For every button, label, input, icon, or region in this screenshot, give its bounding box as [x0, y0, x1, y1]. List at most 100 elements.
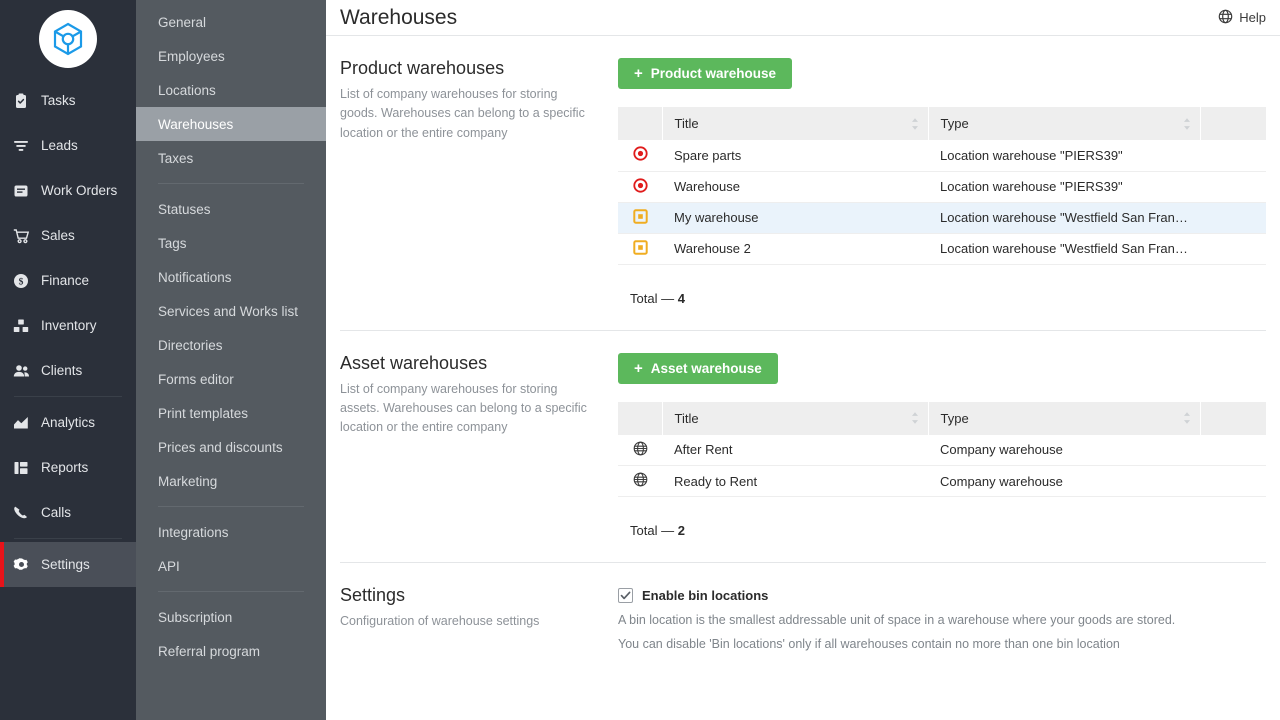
subnav-item-subscription[interactable]: Subscription — [136, 600, 326, 634]
settings-subnav: General Employees Locations Warehouses T… — [136, 0, 326, 720]
subnav-item-referral-program[interactable]: Referral program — [136, 634, 326, 668]
product-section-info: Product warehouses List of company wareh… — [340, 58, 618, 306]
sidebar-item-sales[interactable]: Sales — [0, 213, 136, 258]
globe-icon — [633, 441, 648, 459]
sidebar-item-calls[interactable]: Calls — [0, 490, 136, 535]
enable-bin-locations-row[interactable]: Enable bin locations — [618, 588, 1266, 603]
subnav-item-services-works-list[interactable]: Services and Works list — [136, 294, 326, 328]
table-row[interactable]: Warehouse Location warehouse "PIERS39" — [618, 171, 1266, 203]
sort-icon[interactable] — [911, 117, 919, 130]
sort-icon[interactable] — [1183, 412, 1191, 425]
sort-icon[interactable] — [911, 412, 919, 425]
column-actions — [1200, 107, 1266, 140]
row-icon-cell — [618, 140, 662, 172]
sidebar-item-label: Work Orders — [41, 183, 118, 198]
settings-section-body: Enable bin locations A bin location is t… — [618, 585, 1266, 656]
orange-square-icon — [632, 208, 648, 227]
subnav-item-notifications[interactable]: Notifications — [136, 260, 326, 294]
subnav-divider — [158, 591, 304, 592]
table-row[interactable]: Ready to Rent Company warehouse — [618, 465, 1266, 497]
sidebar-item-clients[interactable]: Clients — [0, 348, 136, 393]
add-asset-warehouse-label: Asset warehouse — [650, 360, 762, 376]
page-title: Warehouses — [340, 5, 458, 29]
asset-warehouses-section: Asset warehouses List of company warehou… — [340, 331, 1266, 538]
subnav-item-general[interactable]: General — [136, 5, 326, 39]
row-title: Warehouse 2 — [662, 233, 928, 265]
subnav-item-warehouses[interactable]: Warehouses — [136, 107, 326, 141]
row-type: Company warehouse — [928, 434, 1200, 466]
funnel-icon — [12, 137, 30, 155]
asset-warehouses-table: Title Type After Rent Company warehouse … — [618, 401, 1266, 497]
row-title: Ready to Rent — [662, 465, 928, 497]
logo-container[interactable] — [0, 0, 136, 78]
subnav-item-directories[interactable]: Directories — [136, 328, 326, 362]
subnav-item-statuses[interactable]: Statuses — [136, 192, 326, 226]
subnav-item-marketing[interactable]: Marketing — [136, 464, 326, 498]
page-content: Product warehouses List of company wareh… — [326, 36, 1280, 720]
subnav-item-print-templates[interactable]: Print templates — [136, 396, 326, 430]
subnav-item-tags[interactable]: Tags — [136, 226, 326, 260]
sidebar-item-analytics[interactable]: Analytics — [0, 400, 136, 445]
sidebar-item-label: Leads — [41, 138, 78, 153]
row-icon-cell — [618, 171, 662, 203]
cube-logo-icon — [39, 10, 97, 68]
subnav-item-prices-discounts[interactable]: Prices and discounts — [136, 430, 326, 464]
svg-text:$: $ — [19, 276, 24, 287]
table-header-row: Title Type — [618, 107, 1266, 140]
subnav-item-locations[interactable]: Locations — [136, 73, 326, 107]
sidebar-item-work-orders[interactable]: Work Orders — [0, 168, 136, 213]
subnav-item-forms-editor[interactable]: Forms editor — [136, 362, 326, 396]
sidebar-item-inventory[interactable]: Inventory — [0, 303, 136, 348]
row-actions — [1200, 434, 1266, 466]
table-row[interactable]: Warehouse 2 Location warehouse "Westfiel… — [618, 233, 1266, 265]
settings-section-description: Configuration of warehouse settings — [340, 614, 540, 628]
settings-section-info: Settings Configuration of warehouse sett… — [340, 585, 618, 656]
column-title[interactable]: Title — [662, 401, 929, 435]
column-type[interactable]: Type — [928, 107, 1201, 140]
table-row[interactable]: After Rent Company warehouse — [618, 434, 1266, 466]
add-asset-warehouse-button[interactable]: + Asset warehouse — [618, 352, 778, 384]
sidebar-item-leads[interactable]: Leads — [0, 123, 136, 168]
main-area: Warehouses Help Product warehouses List … — [326, 0, 1280, 720]
help-label: Help — [1239, 10, 1266, 25]
sidebar-divider — [14, 396, 122, 397]
sidebar-item-label: Inventory — [41, 318, 97, 333]
product-warehouses-section: Product warehouses List of company wareh… — [340, 36, 1266, 306]
row-type: Location warehouse "Westfield San Franci… — [928, 233, 1200, 265]
enable-bin-locations-checkbox[interactable] — [618, 588, 633, 603]
column-type-label: Type — [940, 410, 969, 426]
table-row[interactable]: Spare parts Location warehouse "PIERS39" — [618, 140, 1266, 172]
sidebar-item-reports[interactable]: Reports — [0, 445, 136, 490]
sidebar-item-settings[interactable]: Settings — [0, 542, 136, 587]
globe-help-icon — [1218, 9, 1233, 27]
column-icon — [618, 401, 663, 435]
inbox-icon — [12, 182, 30, 200]
subnav-item-integrations[interactable]: Integrations — [136, 515, 326, 549]
subnav-item-employees[interactable]: Employees — [136, 39, 326, 73]
sort-icon[interactable] — [1183, 117, 1191, 130]
people-icon — [12, 362, 30, 380]
product-section-description: List of company warehouses for storing g… — [340, 87, 585, 140]
row-actions — [1200, 171, 1266, 203]
subnav-item-api[interactable]: API — [136, 549, 326, 583]
table-row[interactable]: My warehouse Location warehouse "Westfie… — [618, 202, 1266, 234]
sidebar-item-label: Sales — [41, 228, 75, 243]
subnav-item-taxes[interactable]: Taxes — [136, 141, 326, 175]
add-product-warehouse-label: Product warehouse — [650, 66, 777, 81]
add-product-warehouse-button[interactable]: + Product warehouse — [618, 58, 793, 89]
clipboard-check-icon — [12, 92, 30, 110]
column-type-label: Type — [940, 116, 969, 131]
settings-section-title: Settings — [340, 585, 406, 605]
help-button[interactable]: Help — [1218, 9, 1266, 27]
phone-icon — [12, 504, 30, 522]
asset-section-description: List of company warehouses for storing a… — [340, 381, 587, 435]
sidebar-item-label: Analytics — [41, 415, 96, 430]
column-title[interactable]: Title — [662, 107, 929, 140]
column-type[interactable]: Type — [928, 401, 1201, 435]
column-title-label: Title — [674, 410, 699, 426]
sidebar-divider — [14, 538, 122, 539]
sidebar-item-finance[interactable]: $ Finance — [0, 258, 136, 303]
row-icon-cell — [618, 202, 662, 234]
sidebar-item-tasks[interactable]: Tasks — [0, 78, 136, 123]
row-type: Location warehouse "Westfield San Franci… — [928, 202, 1200, 234]
